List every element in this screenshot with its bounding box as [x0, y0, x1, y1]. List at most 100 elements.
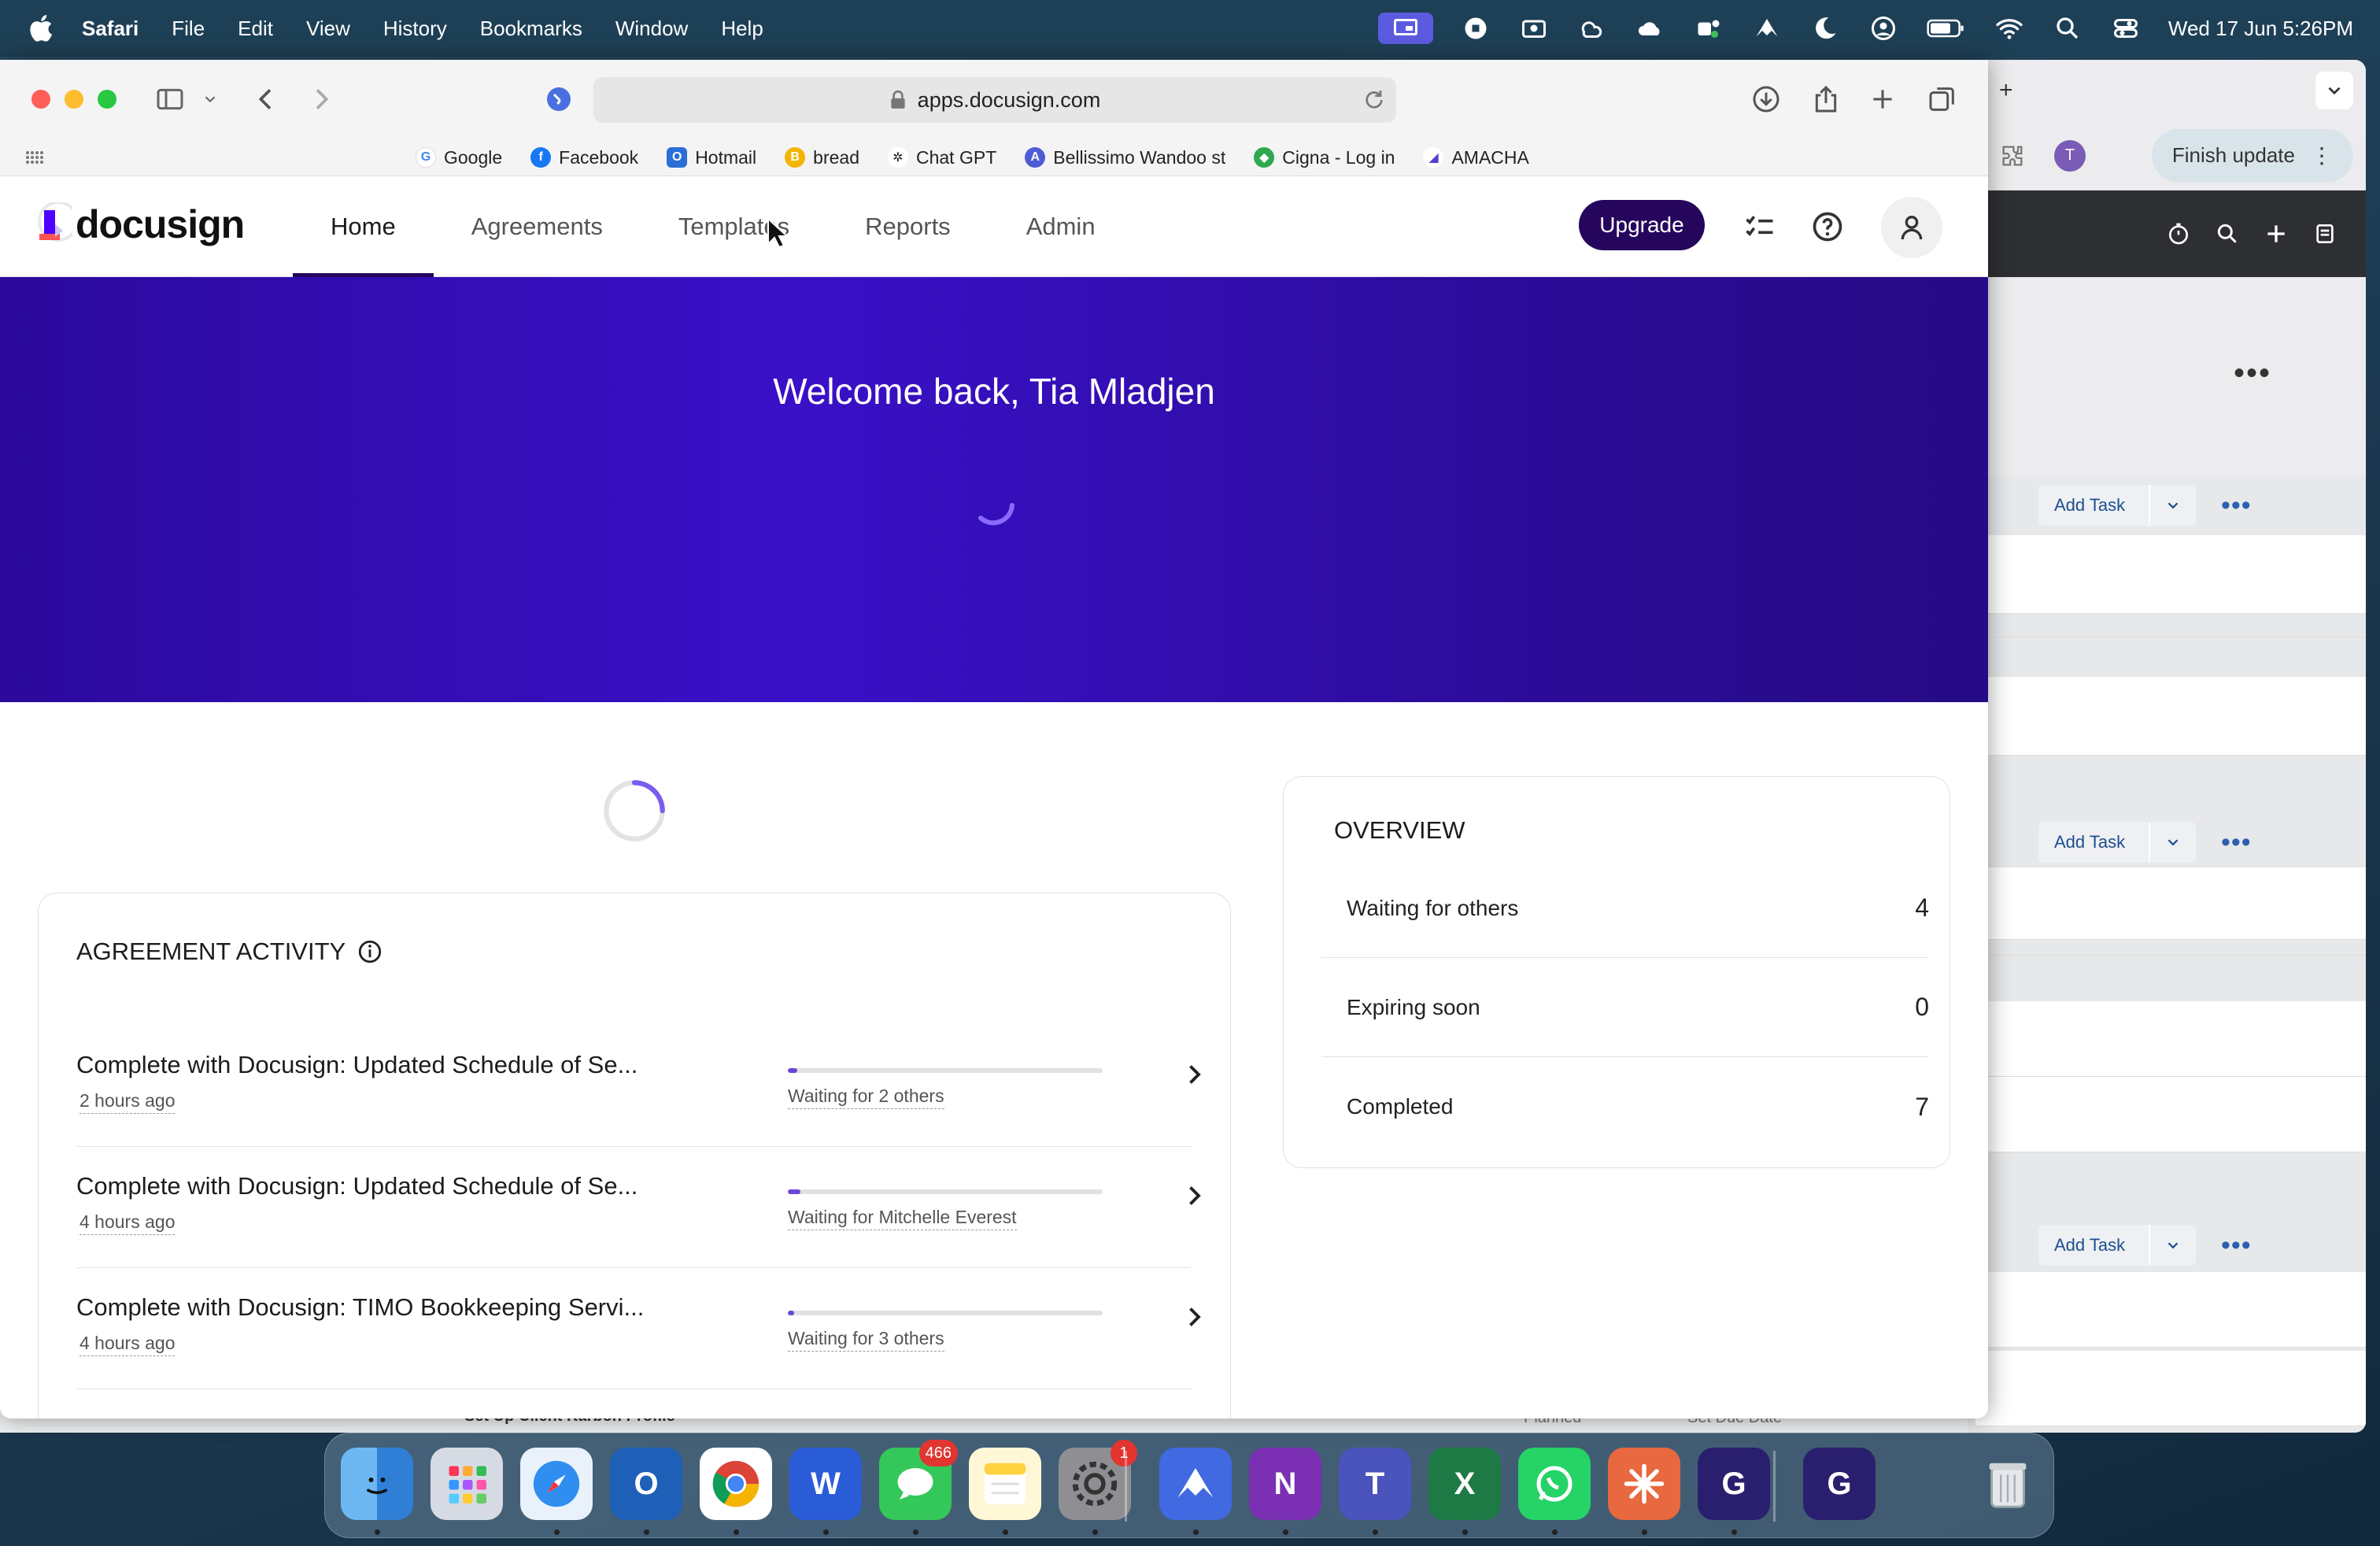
task-row[interactable]: [1975, 1077, 2366, 1152]
agreement-activity-item[interactable]: Complete with Docusign: Updated Schedule…: [76, 1147, 1201, 1268]
agreement-title[interactable]: Complete with Docusign: TIMO Bookkeeping…: [76, 1293, 644, 1322]
excel-icon[interactable]: X: [1428, 1448, 1501, 1520]
more-options-icon[interactable]: •••: [2221, 829, 2252, 856]
menu-help[interactable]: Help: [721, 17, 763, 41]
battery-icon[interactable]: [1926, 13, 1967, 44]
creative-cloud-icon[interactable]: [1576, 13, 1608, 44]
screencast-icon[interactable]: [1518, 13, 1550, 44]
sidebar-toggle-icon[interactable]: [151, 80, 189, 118]
wifi-icon[interactable]: [1994, 13, 2025, 44]
new-tab-plus-icon[interactable]: [1864, 80, 1901, 118]
share-icon[interactable]: [1807, 80, 1845, 118]
extensions-puzzle-icon[interactable]: [1999, 142, 2026, 169]
screen-share-icon[interactable]: [1377, 13, 1433, 44]
chevron-right-icon[interactable]: [1180, 1060, 1208, 1089]
record-icon[interactable]: [1460, 13, 1491, 44]
grammarly-icon[interactable]: G: [1698, 1448, 1770, 1520]
nav-tab-home[interactable]: Home: [293, 176, 434, 277]
upgrade-button[interactable]: Upgrade: [1579, 200, 1705, 250]
nav-tab-agreements[interactable]: Agreements: [434, 176, 641, 277]
address-bar[interactable]: apps.docusign.com: [593, 77, 1396, 123]
favorite-google[interactable]: G Google: [416, 147, 502, 168]
timer-icon[interactable]: [2166, 221, 2191, 246]
more-options-icon[interactable]: •••: [2234, 356, 2271, 391]
add-task-button[interactable]: Add Task: [2038, 1225, 2196, 1266]
add-task-button[interactable]: Add Task: [2038, 822, 2196, 863]
back-arrow-icon[interactable]: [247, 80, 285, 118]
favorite-hotmail[interactable]: O Hotmail: [667, 147, 756, 168]
finder-icon[interactable]: [341, 1448, 413, 1520]
overview-row-waiting[interactable]: Waiting for others 4: [1321, 859, 1929, 958]
launchpad-icon[interactable]: [431, 1448, 503, 1520]
new-tab-plus-icon[interactable]: +: [1999, 77, 2013, 104]
task-row[interactable]: [1975, 535, 2366, 614]
forward-arrow-icon[interactable]: [302, 80, 340, 118]
more-options-icon[interactable]: •••: [2221, 1232, 2252, 1259]
agreement-activity-item[interactable]: Complete with Docusign: Updated Schedule…: [76, 1026, 1201, 1147]
user-circle-icon[interactable]: [1868, 13, 1899, 44]
checklist-icon[interactable]: [1743, 209, 1777, 244]
notes-icon[interactable]: [2312, 221, 2338, 246]
chevron-right-icon[interactable]: [1180, 1303, 1208, 1331]
search-icon[interactable]: [2215, 221, 2240, 246]
help-icon[interactable]: [1810, 209, 1845, 244]
whatsapp-icon[interactable]: [1518, 1448, 1591, 1520]
agreement-title[interactable]: Complete with Docusign: Updated Schedule…: [76, 1051, 638, 1079]
nav-tab-templates[interactable]: Templates: [641, 176, 827, 277]
teams-icon[interactable]: [1693, 13, 1724, 44]
trash-icon[interactable]: [1972, 1448, 2044, 1520]
user-profile-button[interactable]: [1881, 197, 1942, 258]
menu-edit[interactable]: Edit: [238, 17, 273, 41]
overview-row-completed[interactable]: Completed 7: [1321, 1057, 1929, 1156]
apple-logo-icon[interactable]: [27, 13, 58, 44]
close-window-button[interactable]: [31, 90, 50, 109]
task-row[interactable]: [1975, 1001, 2366, 1077]
menu-view[interactable]: View: [306, 17, 350, 41]
claude-icon[interactable]: [1608, 1448, 1680, 1520]
notes-icon[interactable]: [969, 1448, 1041, 1520]
chevron-down-icon[interactable]: [2149, 1225, 2196, 1266]
task-row[interactable]: [1975, 1351, 2366, 1426]
favorites-grid-icon[interactable]: [25, 150, 44, 165]
chevron-right-icon[interactable]: [1180, 1182, 1208, 1210]
control-center-icon[interactable]: [2110, 13, 2142, 44]
tab-overview-icon[interactable]: [1924, 80, 1961, 118]
chevron-down-icon[interactable]: [2149, 822, 2196, 863]
grammarly-document-icon[interactable]: G: [1803, 1448, 1876, 1520]
chevron-down-icon[interactable]: [2149, 485, 2196, 526]
nordvpn-icon[interactable]: [1159, 1448, 1232, 1520]
menu-file[interactable]: File: [172, 17, 205, 41]
profile-avatar[interactable]: T: [2054, 139, 2086, 172]
downloads-icon[interactable]: [1747, 80, 1785, 118]
agreement-title[interactable]: Complete with Docusign: Updated Schedule…: [76, 1172, 638, 1200]
tab-overview-chevron-icon[interactable]: [2315, 72, 2353, 109]
reload-icon[interactable]: [1362, 87, 1387, 113]
menu-bar-clock[interactable]: Wed 17 Jun 5:26PM: [2168, 17, 2353, 41]
outlook-icon[interactable]: O: [610, 1448, 682, 1520]
task-row[interactable]: [1975, 677, 2366, 756]
safari-icon[interactable]: [520, 1448, 593, 1520]
task-row[interactable]: [1975, 1272, 2366, 1348]
teams-icon[interactable]: T: [1339, 1448, 1411, 1520]
more-options-icon[interactable]: •••: [2221, 492, 2252, 519]
menu-app-name[interactable]: Safari: [82, 17, 139, 41]
add-task-button[interactable]: Add Task: [2038, 485, 2196, 526]
menu-bookmarks[interactable]: Bookmarks: [480, 17, 582, 41]
favorite-chatgpt[interactable]: ✲ Chat GPT: [887, 147, 996, 168]
onedrive-icon[interactable]: [1635, 13, 1666, 44]
nav-tab-admin[interactable]: Admin: [989, 176, 1133, 277]
tab-group-chevron-icon[interactable]: [198, 80, 222, 118]
menu-history[interactable]: History: [383, 17, 447, 41]
word-icon[interactable]: W: [789, 1448, 862, 1520]
messages-icon[interactable]: 466: [879, 1440, 958, 1520]
add-icon[interactable]: [2264, 221, 2289, 246]
moon-icon[interactable]: [1809, 13, 1841, 44]
favorite-amacha[interactable]: ◢ AMACHA: [1423, 147, 1529, 168]
favorite-facebook[interactable]: f Facebook: [530, 147, 638, 168]
agreement-activity-item[interactable]: Complete with Docusign: TIMO Bookkeeping…: [76, 1268, 1201, 1389]
nav-tab-reports[interactable]: Reports: [827, 176, 989, 277]
zoom-window-button[interactable]: [98, 90, 116, 109]
favorite-bellissimo[interactable]: A Bellissimo Wandoo st: [1025, 147, 1225, 168]
chrome-icon[interactable]: [700, 1448, 772, 1520]
finish-update-button[interactable]: Finish update ⋮: [2151, 128, 2353, 183]
